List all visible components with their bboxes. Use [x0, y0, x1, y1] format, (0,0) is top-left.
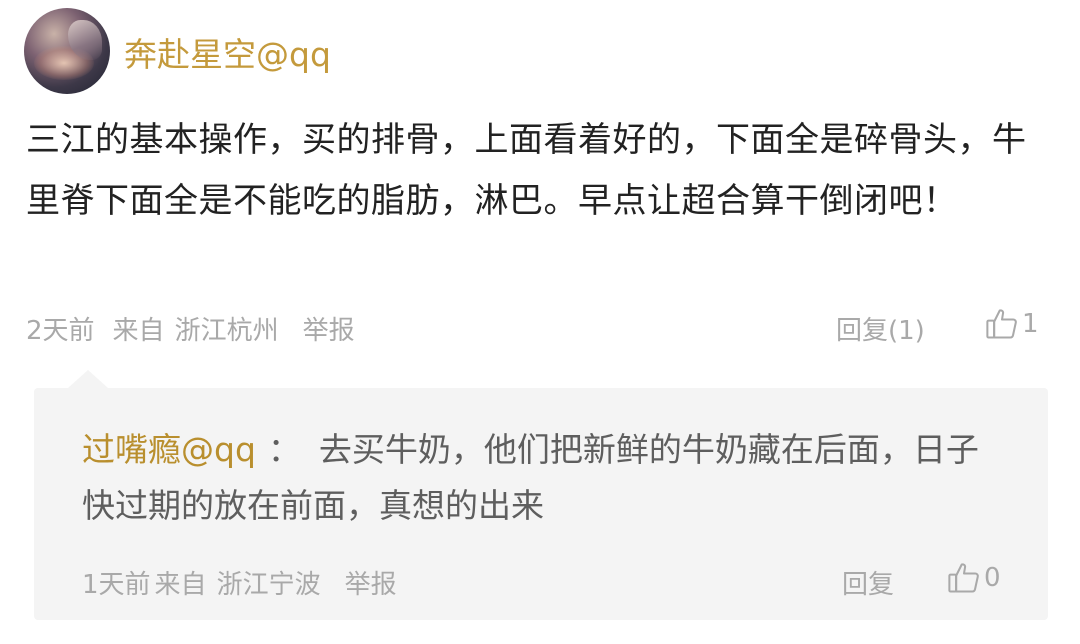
- reply-location: 浙江宁波: [216, 570, 321, 600]
- reply-username[interactable]: 过嘴瘾@qq: [82, 430, 256, 469]
- post-like-count: 1: [1022, 309, 1039, 339]
- post-time: 2天前: [26, 316, 95, 346]
- avatar[interactable]: [24, 8, 110, 94]
- post-reply-button[interactable]: 回复(1): [836, 310, 925, 347]
- reply-reply-button[interactable]: 回复: [842, 564, 894, 601]
- post-report-link[interactable]: 举报: [303, 316, 355, 346]
- reply-meta: 1天前 来自 浙江宁波 举报: [82, 564, 407, 601]
- reply-report-link[interactable]: 举报: [345, 570, 397, 600]
- post-content: 三江的基本操作，买的排骨，上面看着好的，下面全是碎骨头，牛里脊下面全是不能吃的脂…: [26, 120, 1027, 221]
- reply-like-count: 0: [984, 563, 1001, 593]
- reply-time: 1天前: [82, 570, 151, 600]
- reply-box: 过嘴瘾@qq：去买牛奶，他们把新鲜的牛奶藏在后面，日子快过期的放在前面，真想的出…: [34, 370, 1048, 620]
- thumbs-up-icon: [986, 309, 1017, 339]
- reply-text: 过嘴瘾@qq：去买牛奶，他们把新鲜的牛奶藏在后面，日子快过期的放在前面，真想的出…: [82, 422, 982, 534]
- reply-like-button[interactable]: 0: [946, 560, 1001, 596]
- post-location: 浙江杭州: [174, 316, 279, 346]
- post-like-button[interactable]: 1: [984, 306, 1039, 342]
- reply-separator: ：: [267, 430, 301, 469]
- reply-from: 来自: [154, 570, 207, 600]
- post-username[interactable]: 奔赴星空@qq: [124, 28, 331, 76]
- post-meta: 2天前 来自 浙江杭州 举报: [26, 310, 373, 347]
- post-from: 来自: [112, 316, 165, 346]
- thumbs-up-icon: [948, 563, 979, 593]
